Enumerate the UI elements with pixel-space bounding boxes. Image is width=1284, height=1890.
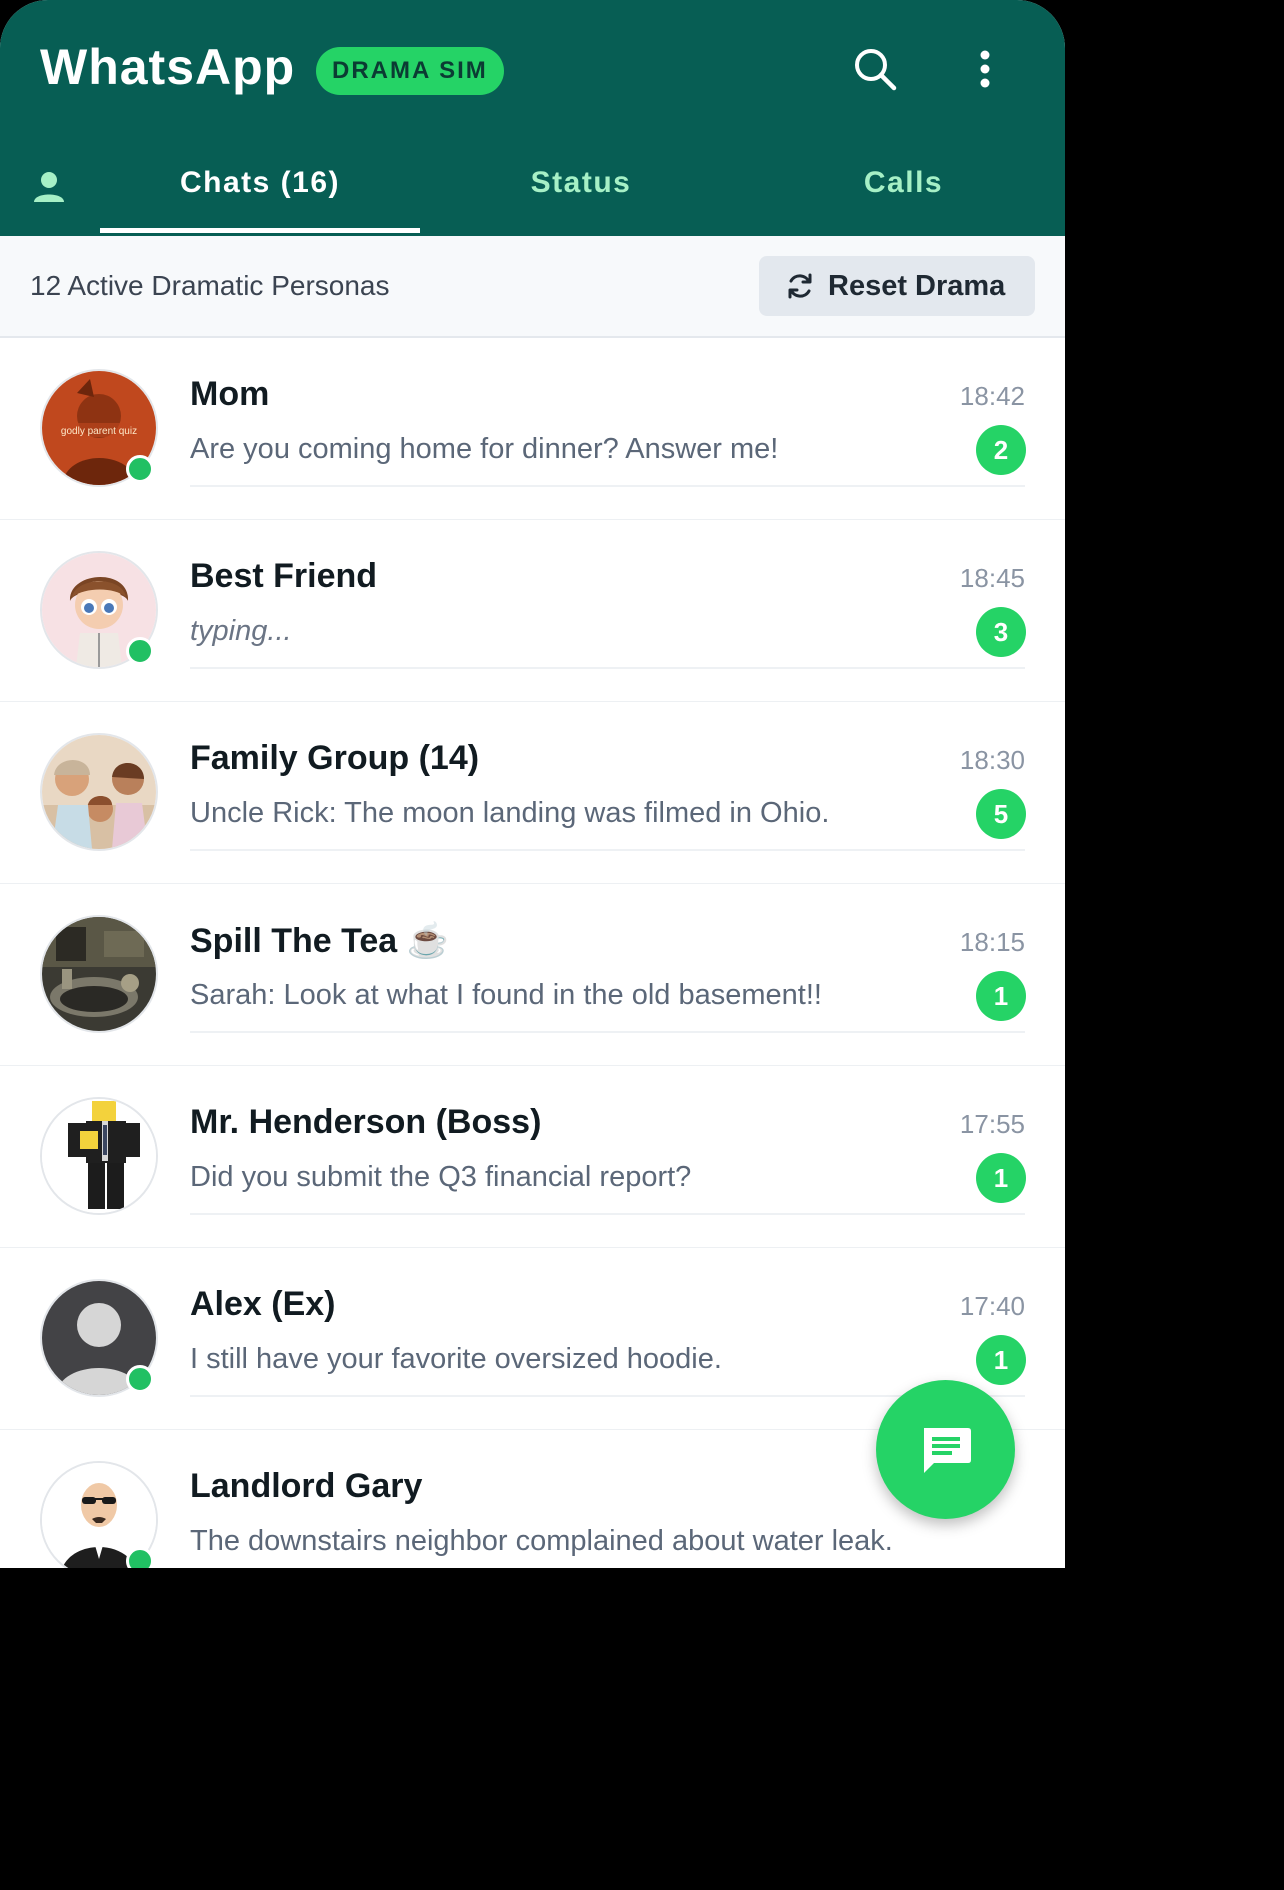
unread-badge: 2 (976, 425, 1026, 475)
chat-name: Landlord Gary (190, 1467, 423, 1505)
tab-bar: Chats (16) Status Calls (0, 140, 1065, 236)
contacts-icon[interactable] (28, 166, 72, 210)
app-window: WhatsApp DRAMA SIM Chats (16) Status Cal… (0, 0, 1065, 1568)
chat-name: Mr. Henderson (Boss) (190, 1103, 542, 1141)
unread-badge: 5 (976, 789, 1026, 839)
chat-time: 18:15 (959, 927, 1025, 957)
new-chat-icon (924, 1428, 971, 1473)
online-indicator (126, 637, 154, 665)
chat-row-spill-the-tea[interactable]: Spill The Tea ☕ 18:15 Sarah: Look at wha… (0, 884, 1065, 1067)
svg-text:godly parent quiz: godly parent quiz (61, 426, 137, 437)
chat-row-family-group[interactable]: Family Group (14) 18:30 Uncle Rick: The … (0, 702, 1065, 885)
reset-drama-label: Reset Drama (828, 270, 1006, 302)
chat-name: Best Friend (190, 557, 378, 595)
unread-badge: 1 (976, 1153, 1026, 1203)
reset-drama-button[interactable]: Reset Drama (759, 256, 1035, 316)
row-divider (190, 1213, 1025, 1215)
new-chat-button[interactable] (876, 1380, 1015, 1519)
app-header: WhatsApp DRAMA SIM Chats (16) Status Cal… (0, 0, 1065, 236)
chat-row-mom[interactable]: godly parent quiz Mom 18:42 Are you comi… (0, 338, 1065, 521)
chat-preview: Did you submit the Q3 financial report? (190, 1161, 692, 1193)
chat-name: Mom (190, 375, 270, 413)
chat-name: Spill The Tea ☕ (190, 922, 449, 960)
drama-sim-badge: DRAMA SIM (316, 47, 504, 95)
avatar (40, 915, 158, 1033)
tab-status[interactable]: Status (421, 166, 741, 200)
typing-indicator: typing... (190, 615, 292, 647)
online-indicator (126, 455, 154, 483)
row-divider (190, 1031, 1025, 1033)
more-vertical-icon[interactable] (962, 46, 1008, 92)
chat-time: 18:45 (959, 563, 1025, 593)
chat-preview: Are you coming home for dinner? Answer m… (190, 433, 779, 465)
row-divider (190, 849, 1025, 851)
chat-preview: Sarah: Look at what I found in the old b… (190, 979, 822, 1011)
app-title: WhatsApp (40, 39, 296, 95)
persona-count: 12 Active Dramatic Personas (30, 270, 390, 301)
chat-time: 17:55 (959, 1109, 1025, 1139)
row-divider (190, 667, 1025, 669)
unread-badge: 1 (976, 971, 1026, 1021)
chat-time: 18:42 (959, 381, 1025, 411)
chat-name: Alex (Ex) (190, 1285, 336, 1323)
chat-time: 17:40 (959, 1291, 1025, 1321)
chat-name: Family Group (14) (190, 739, 480, 777)
refresh-icon (788, 273, 812, 299)
unread-badge: 3 (976, 607, 1026, 657)
chat-time: 18:30 (959, 745, 1025, 775)
chat-preview: I still have your favorite oversized hoo… (190, 1343, 722, 1375)
online-indicator (126, 1547, 154, 1568)
avatar (40, 733, 158, 851)
chat-row-best-friend[interactable]: Best Friend 18:45 typing... 3 (0, 520, 1065, 703)
chat-preview: The downstairs neighbor complained about… (190, 1525, 893, 1557)
search-icon[interactable] (852, 46, 898, 92)
online-indicator (126, 1365, 154, 1393)
chat-row-mr-henderson[interactable]: Mr. Henderson (Boss) 17:55 Did you submi… (0, 1066, 1065, 1249)
persona-bar: 12 Active Dramatic Personas Reset Drama (0, 236, 1065, 338)
chat-preview: Uncle Rick: The moon landing was filmed … (190, 797, 830, 829)
tab-calls[interactable]: Calls (742, 166, 1065, 200)
unread-badge: 1 (976, 1335, 1026, 1385)
tab-chats[interactable]: Chats (16) (100, 166, 420, 200)
avatar (40, 1097, 158, 1215)
row-divider (190, 485, 1025, 487)
active-tab-indicator (100, 228, 420, 233)
